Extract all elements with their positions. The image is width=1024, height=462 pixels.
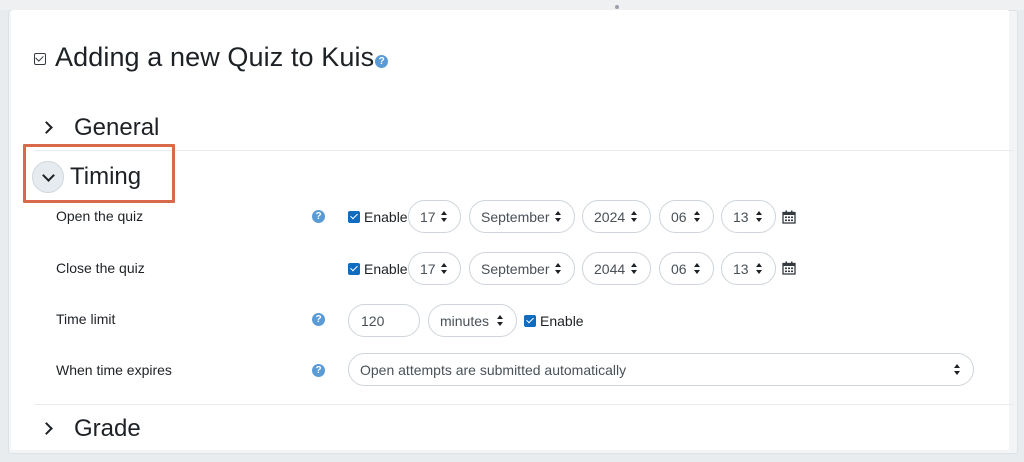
help-icon[interactable]: ?	[312, 313, 325, 326]
highlight-annotation	[23, 144, 175, 203]
section-general-toggle[interactable]: General	[38, 114, 159, 142]
select-arrows-icon	[694, 211, 702, 224]
open-hour-value: 06	[671, 208, 687, 225]
section-divider	[34, 404, 1014, 405]
open-month-select[interactable]: September	[469, 200, 575, 233]
select-arrows-icon	[555, 263, 563, 276]
chevron-right-icon	[38, 118, 58, 138]
time-limit-input[interactable]: 120	[348, 304, 420, 337]
close-minute-select[interactable]: 13	[721, 252, 776, 285]
close-minute-value: 13	[733, 260, 749, 277]
page-header: Adding a new Quiz to Kuis ?	[34, 42, 389, 73]
select-arrows-icon	[631, 263, 639, 276]
open-quiz-enable-checkbox[interactable]	[348, 211, 360, 223]
open-minute-select[interactable]: 13	[721, 200, 776, 233]
open-year-select[interactable]: 2024	[582, 200, 651, 233]
select-arrows-icon	[694, 263, 702, 276]
section-divider	[34, 150, 1014, 151]
select-arrows-icon	[756, 211, 764, 224]
time-limit-label: Time limit	[56, 311, 116, 327]
help-icon[interactable]: ?	[312, 210, 325, 223]
close-hour-select[interactable]: 06	[659, 252, 714, 285]
close-quiz-enable-label: Enable	[364, 261, 408, 277]
select-arrows-icon	[441, 211, 449, 224]
select-arrows-icon	[441, 263, 449, 276]
help-icon[interactable]: ?	[375, 55, 389, 68]
select-arrows-icon	[555, 211, 563, 224]
close-month-select[interactable]: September	[469, 252, 575, 285]
time-limit-enable-checkbox[interactable]	[524, 315, 536, 327]
open-quiz-enable[interactable]: Enable	[348, 209, 408, 225]
select-arrows-icon	[631, 211, 639, 224]
select-arrows-icon	[497, 315, 505, 328]
section-grade-toggle[interactable]: Grade	[38, 415, 141, 443]
when-expires-value: Open attempts are submitted automaticall…	[360, 361, 627, 378]
time-limit-value: 120	[361, 312, 385, 329]
open-quiz-label: Open the quiz	[56, 208, 144, 224]
close-hour-value: 06	[671, 260, 687, 277]
checkbox-icon	[34, 52, 46, 65]
calendar-icon[interactable]	[782, 210, 796, 224]
close-quiz-enable[interactable]: Enable	[348, 261, 408, 277]
close-year-value: 2044	[594, 260, 626, 277]
open-year-value: 2024	[594, 208, 626, 225]
section-grade-label: Grade	[74, 415, 141, 442]
top-indicator-dot	[615, 5, 619, 9]
time-limit-unit-value: minutes	[440, 312, 490, 329]
calendar-icon[interactable]	[782, 261, 796, 275]
open-minute-value: 13	[733, 208, 749, 225]
help-icon[interactable]: ?	[312, 364, 325, 377]
close-quiz-label: Close the quiz	[56, 260, 145, 276]
close-quiz-enable-checkbox[interactable]	[348, 263, 360, 275]
open-month-value: September	[481, 208, 550, 225]
select-arrows-icon	[954, 364, 962, 377]
open-quiz-enable-label: Enable	[364, 209, 408, 225]
chevron-right-icon	[38, 419, 58, 439]
close-year-select[interactable]: 2044	[582, 252, 651, 285]
time-limit-enable-label: Enable	[540, 313, 584, 329]
open-hour-select[interactable]: 06	[659, 200, 714, 233]
close-month-value: September	[481, 260, 550, 277]
close-day-select[interactable]: 17	[408, 252, 461, 285]
select-arrows-icon	[756, 263, 764, 276]
when-expires-label: When time expires	[56, 362, 172, 378]
open-day-value: 17	[420, 208, 436, 225]
page-title: Adding a new Quiz to Kuis	[55, 42, 375, 72]
section-general-label: General	[74, 114, 160, 141]
time-limit-enable[interactable]: Enable	[524, 313, 584, 329]
time-limit-unit-select[interactable]: minutes	[428, 304, 517, 337]
when-expires-select[interactable]: Open attempts are submitted automaticall…	[348, 353, 974, 386]
open-day-select[interactable]: 17	[408, 200, 461, 233]
top-bar	[0, 0, 1024, 10]
close-day-value: 17	[420, 260, 436, 277]
